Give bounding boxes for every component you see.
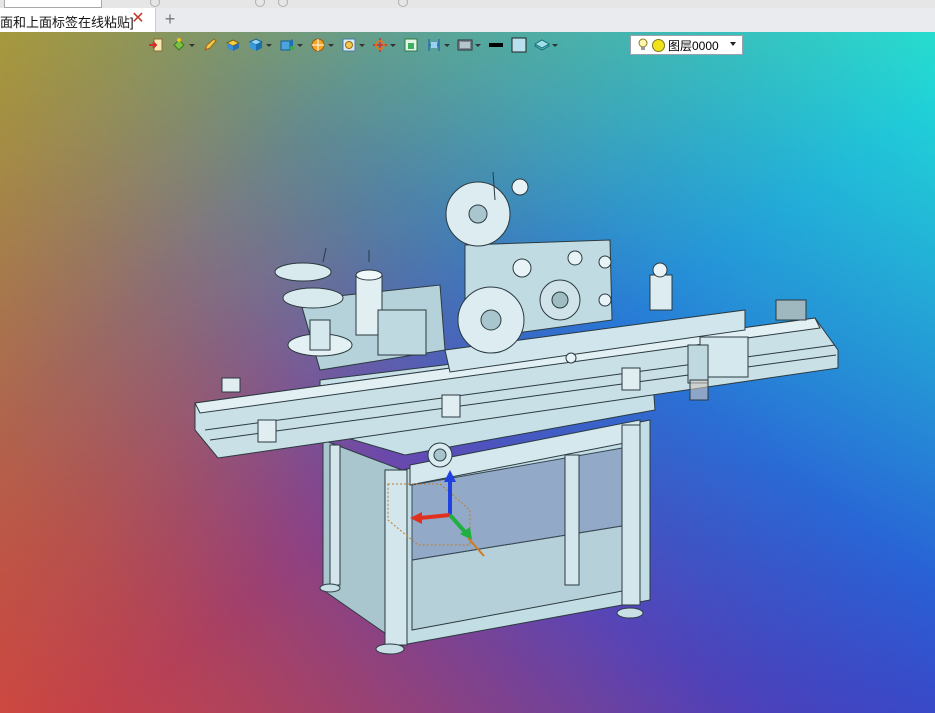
render-button[interactable] bbox=[310, 35, 334, 55]
solid-button[interactable] bbox=[248, 35, 272, 55]
front-right-leg bbox=[621, 424, 641, 606]
tab-title: 面和上面标签在线粘贴] bbox=[0, 15, 134, 30]
solid-cube-icon bbox=[248, 38, 264, 51]
partial-toolbar-icon[interactable] bbox=[398, 0, 408, 7]
fill-color-button[interactable] bbox=[511, 35, 527, 55]
conveyor-motor bbox=[775, 299, 807, 321]
section-button[interactable] bbox=[403, 35, 419, 55]
display-mode-icon bbox=[457, 39, 473, 51]
label-reel bbox=[274, 262, 332, 282]
line-style-button[interactable] bbox=[488, 35, 504, 55]
layer-plane-button[interactable] bbox=[534, 35, 558, 55]
new-tab-button[interactable]: + bbox=[162, 9, 178, 29]
measure-icon bbox=[428, 39, 440, 51]
exit-sketch-icon bbox=[149, 38, 163, 52]
labeling-machine-model[interactable] bbox=[0, 32, 935, 713]
section-view-icon bbox=[404, 38, 418, 52]
foot bbox=[319, 583, 341, 593]
orbit-button[interactable] bbox=[372, 35, 396, 55]
face-button[interactable] bbox=[225, 35, 241, 55]
pencil-icon bbox=[204, 38, 217, 51]
paint-button[interactable] bbox=[171, 35, 195, 55]
document-tab[interactable]: 面和上面标签在线粘贴] ✕ bbox=[0, 8, 156, 32]
partial-toolbar-icon[interactable] bbox=[278, 0, 288, 7]
zoom-button[interactable] bbox=[341, 35, 365, 55]
fill-color-icon bbox=[511, 37, 527, 53]
cad-window: 面和上面标签在线粘贴] ✕ + 图层0000 bbox=[0, 0, 935, 713]
partial-toolbar-icon[interactable] bbox=[255, 0, 265, 7]
chevron-down-icon[interactable] bbox=[730, 42, 736, 46]
measure-button[interactable] bbox=[426, 35, 450, 55]
render-sphere-icon bbox=[311, 38, 325, 52]
sensor-mount bbox=[649, 274, 673, 311]
layer-color-icon[interactable] bbox=[652, 38, 665, 52]
document-tab-bar: 面和上面标签在线粘贴] ✕ + bbox=[0, 8, 935, 33]
3d-viewport[interactable] bbox=[0, 32, 935, 713]
paint-bucket-icon bbox=[173, 38, 185, 51]
zoom-frame-icon bbox=[342, 38, 356, 52]
layer-plane-icon bbox=[534, 39, 550, 51]
layer-select[interactable]: 图层0000 bbox=[630, 35, 743, 55]
lightbulb-icon[interactable] bbox=[637, 38, 649, 52]
layer-name: 图层0000 bbox=[668, 38, 719, 53]
line-style-icon bbox=[489, 43, 503, 47]
orbit-axes-icon bbox=[373, 38, 387, 52]
view-cube-icon bbox=[280, 39, 294, 51]
foot bbox=[616, 607, 644, 619]
box-face-icon bbox=[225, 39, 241, 51]
close-tab-icon[interactable]: ✕ bbox=[130, 10, 146, 28]
display-mode-button[interactable] bbox=[457, 35, 481, 55]
exit-sketch-button[interactable] bbox=[148, 35, 164, 55]
command-field[interactable] bbox=[4, 0, 102, 8]
draw-button[interactable] bbox=[202, 35, 218, 55]
view-button[interactable] bbox=[279, 35, 303, 55]
foot bbox=[375, 643, 405, 655]
view-toolbar bbox=[148, 34, 565, 56]
partial-toolbar-icon[interactable] bbox=[150, 0, 160, 7]
